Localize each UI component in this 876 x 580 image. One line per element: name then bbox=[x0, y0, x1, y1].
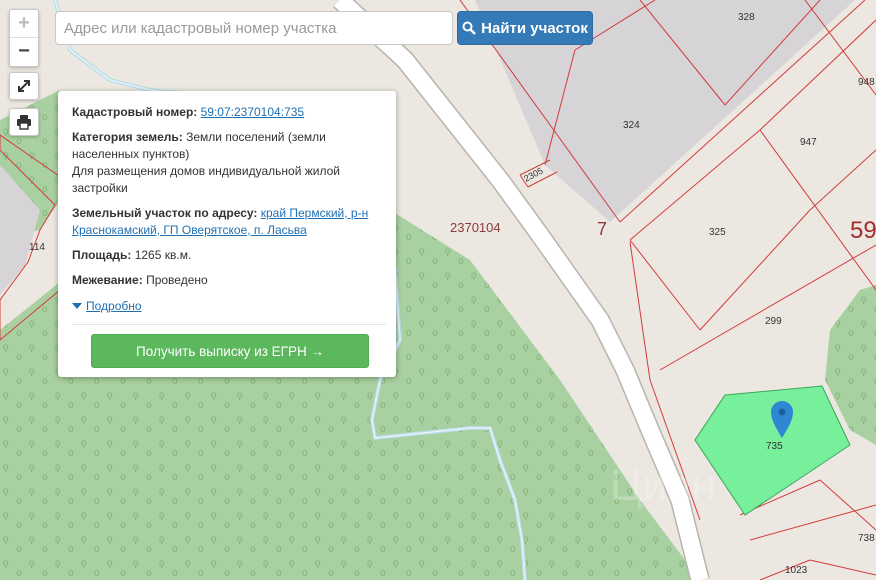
expand-icon bbox=[18, 80, 30, 92]
search-button[interactable]: Найти участок bbox=[457, 11, 593, 45]
search-icon bbox=[462, 21, 477, 35]
area-row: Площадь: 1265 кв.м. bbox=[72, 247, 382, 264]
parcel-info-popup: Кадастровый номер: 59:07:2370104:735 Кат… bbox=[58, 91, 396, 377]
watermark-logo: Циан bbox=[610, 461, 716, 510]
zoom-control: + − bbox=[9, 9, 39, 67]
cadastral-number-link[interactable]: 59:07:2370104:735 bbox=[201, 105, 304, 119]
search-button-label: Найти участок bbox=[481, 19, 588, 37]
category-label: Категория земель: bbox=[72, 130, 183, 144]
survey-value: Проведено bbox=[146, 273, 208, 287]
egrn-extract-button[interactable]: Получить выписку из ЕГРН → bbox=[91, 334, 369, 368]
cadastral-row: Кадастровый номер: 59:07:2370104:735 bbox=[72, 104, 382, 121]
survey-label: Межевание: bbox=[72, 273, 143, 287]
parcel-label-325: 325 bbox=[709, 227, 726, 238]
district-label: 59 bbox=[850, 217, 876, 244]
parcel-label-1023: 1023 bbox=[785, 565, 808, 576]
details-label: Подробно bbox=[86, 298, 142, 313]
parcel-label-114: 114 bbox=[29, 242, 45, 253]
triangle-down-icon bbox=[72, 303, 82, 309]
parcel-label-324: 324 bbox=[623, 120, 640, 131]
block-label: 2370104 bbox=[450, 220, 501, 235]
category-row: Категория земель: Земли поселений (земли… bbox=[72, 129, 382, 197]
search-input[interactable] bbox=[55, 11, 453, 45]
svg-text:Циан: Циан bbox=[610, 461, 716, 510]
zoom-out-button[interactable]: − bbox=[10, 38, 38, 65]
parcel-label-948: 948 bbox=[858, 77, 875, 88]
address-label: Земельный участок по адресу: bbox=[72, 206, 258, 220]
zoom-in-button[interactable]: + bbox=[10, 10, 38, 38]
area-label: Площадь: bbox=[72, 248, 132, 262]
address-row: Земельный участок по адресу: край Пермск… bbox=[72, 205, 382, 239]
survey-row: Межевание: Проведено bbox=[72, 272, 382, 289]
cadastral-label: Кадастровый номер: bbox=[72, 105, 198, 119]
quarter-label: 7 bbox=[597, 219, 607, 239]
popup-divider bbox=[72, 324, 386, 325]
fullscreen-button[interactable] bbox=[9, 72, 39, 100]
parcel-label-735: 735 bbox=[766, 441, 783, 452]
details-toggle[interactable]: Подробно bbox=[72, 298, 142, 315]
parcel-label-947: 947 bbox=[800, 137, 817, 148]
print-button[interactable] bbox=[9, 108, 39, 136]
parcel-label-299: 299 bbox=[765, 316, 782, 327]
parcel-label-328: 328 bbox=[738, 12, 755, 23]
print-icon bbox=[17, 115, 31, 130]
purpose-value: Для размещения домов индивидуальной жило… bbox=[72, 164, 340, 195]
parcel-label-738: 738 bbox=[858, 533, 875, 544]
area-value: 1265 кв.м. bbox=[134, 248, 192, 262]
